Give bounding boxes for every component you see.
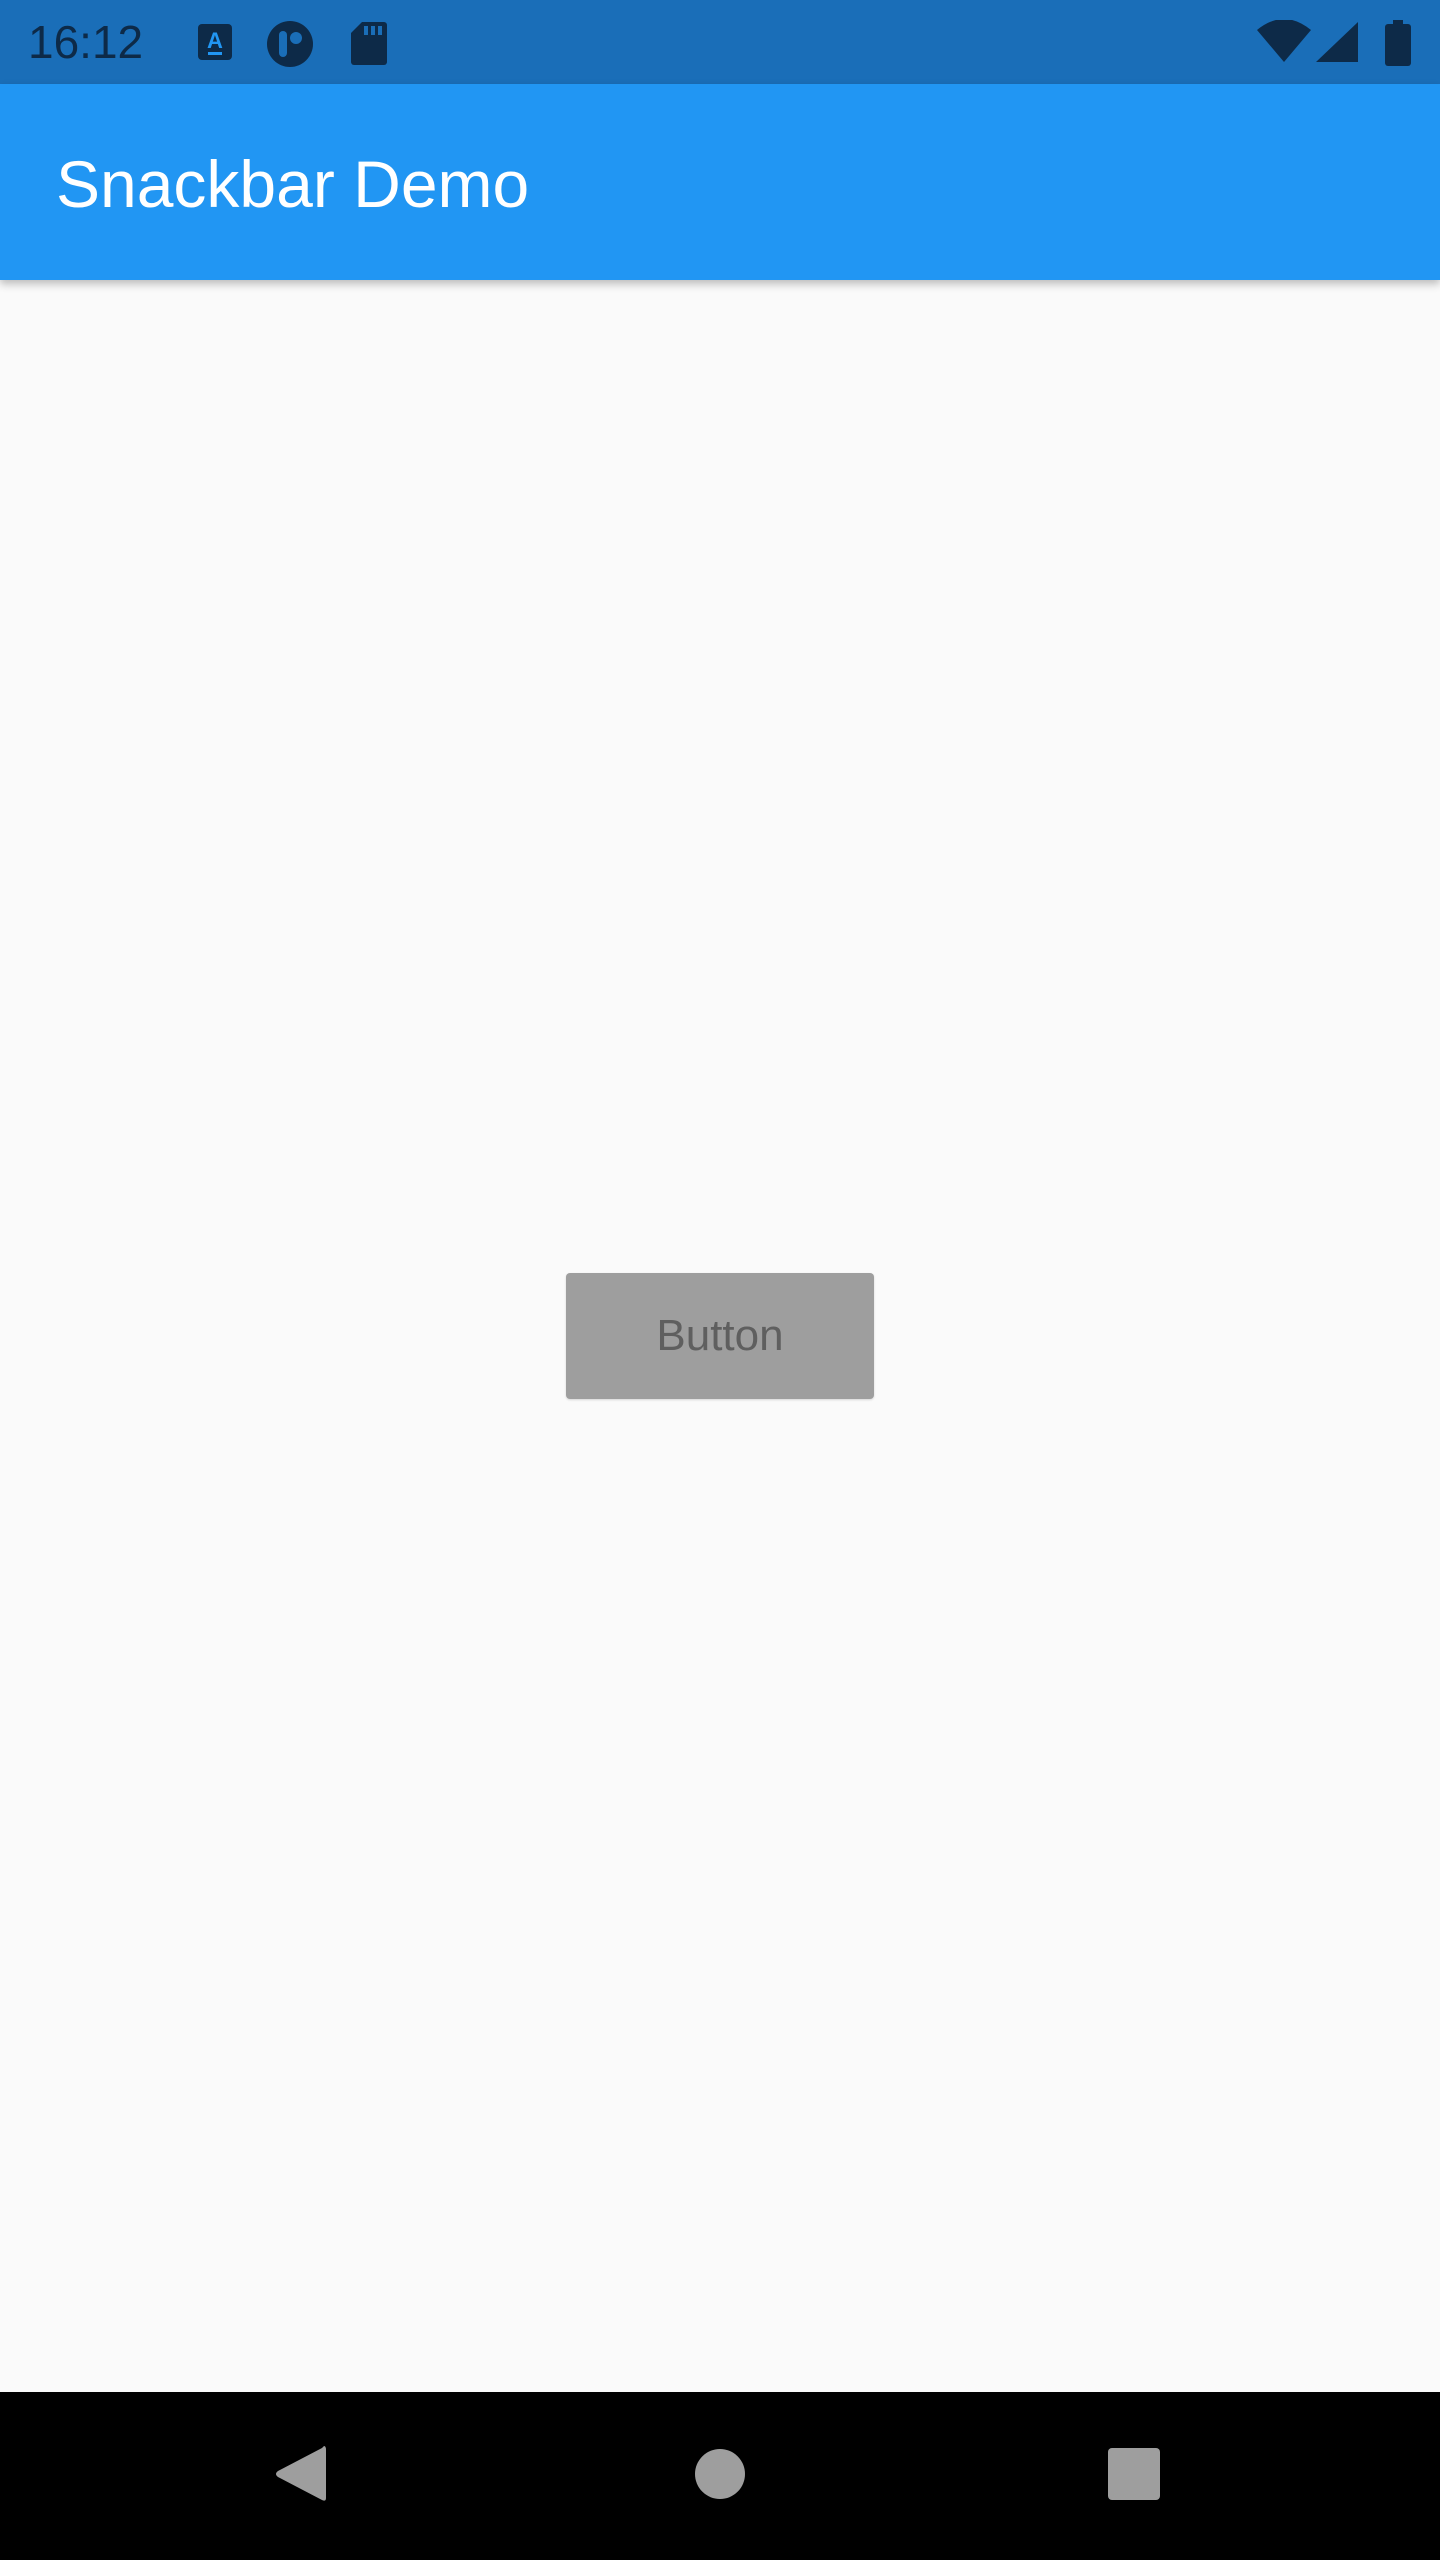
home-icon [694,2448,746,2505]
page-title: Snackbar Demo [56,147,530,221]
back-button[interactable] [200,2392,400,2560]
battery-icon [1384,20,1412,66]
status-bar: 16:12 A [0,0,1440,84]
wifi-icon [1256,20,1312,64]
app-bar: Snackbar Demo [0,84,1440,280]
sd-card-icon [350,20,388,65]
home-button[interactable] [620,2392,820,2560]
navigation-bar [0,2392,1440,2560]
status-time: 16:12 [28,16,144,68]
accessibility-a-icon: A [196,20,234,64]
ublock-icon [266,20,314,67]
screen: 16:12 A Snackbar Demo Button [0,0,1440,2560]
signal-icon [1314,20,1360,64]
recents-icon [1107,2447,1161,2506]
back-icon [272,2444,328,2509]
recents-button[interactable] [1034,2392,1234,2560]
main-button[interactable]: Button [566,1273,874,1399]
svg-text:A: A [207,28,223,53]
